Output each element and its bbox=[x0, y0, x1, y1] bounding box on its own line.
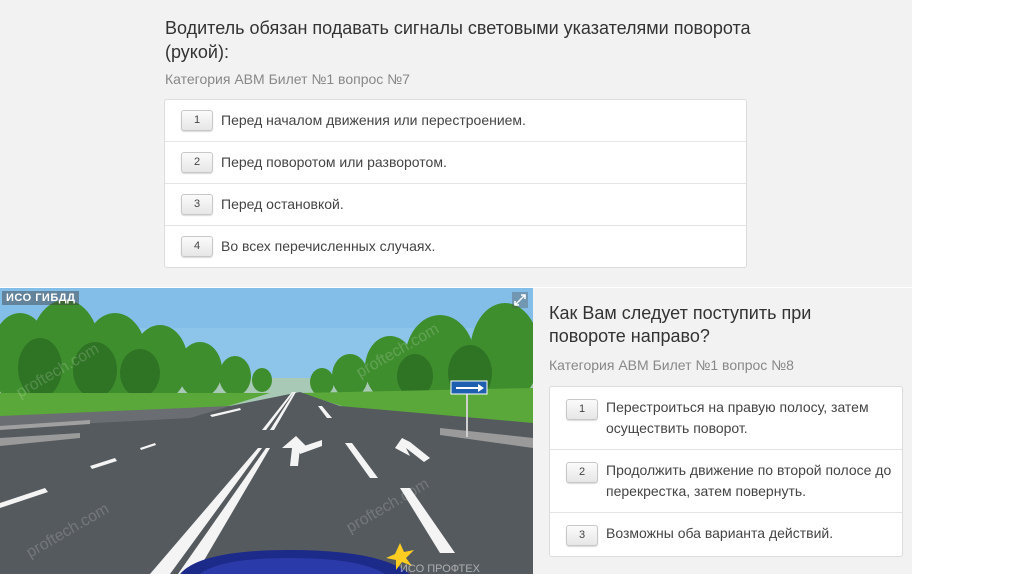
watermark-bottom: ИСО ПРОФТЕХ bbox=[400, 563, 481, 574]
answer-option-4[interactable]: 4 Во всех перечисленных случаях. bbox=[165, 226, 746, 267]
answer-text: Перед началом движения или перестроением… bbox=[221, 112, 526, 128]
expand-icon[interactable] bbox=[512, 292, 528, 308]
question-meta: Категория ABM Билет №1 вопрос №8 bbox=[549, 357, 794, 373]
road-scene: proftech.com proftech.com proftech.com p… bbox=[0, 288, 533, 574]
answer-option-1[interactable]: 1 Перестроиться на правую полосу, затем … bbox=[550, 387, 902, 450]
answer-text: Перед остановкой. bbox=[221, 196, 344, 212]
question-image: proftech.com proftech.com proftech.com p… bbox=[0, 288, 533, 574]
answer-option-1[interactable]: 1 Перед началом движения или перестроени… bbox=[165, 100, 746, 142]
question-title: Как Вам следует поступить при повороте н… bbox=[549, 303, 812, 346]
question-title: Водитель обязан подавать сигналы световы… bbox=[165, 18, 751, 62]
answer-option-3[interactable]: 3 Возможны оба варианта действий. bbox=[550, 513, 902, 556]
answer-number-button[interactable]: 3 bbox=[566, 525, 598, 546]
answer-text: Продолжить движение по второй полосе до … bbox=[606, 462, 892, 499]
answer-list: 1 Перед началом движения или перестроени… bbox=[164, 99, 747, 268]
answer-text: Возможны оба варианта действий. bbox=[606, 525, 834, 541]
answer-number-button[interactable]: 4 bbox=[181, 236, 213, 257]
answer-number-button[interactable]: 1 bbox=[181, 110, 213, 131]
answer-text: Перестроиться на правую полосу, затем ос… bbox=[606, 399, 869, 436]
answer-number-button[interactable]: 1 bbox=[566, 399, 598, 420]
image-label: ИСО ГИБДД bbox=[2, 291, 80, 305]
answer-text: Во всех перечисленных случаях. bbox=[221, 238, 436, 254]
question-meta: Категория ABM Билет №1 вопрос №7 bbox=[165, 71, 410, 87]
answer-option-2[interactable]: 2 Перед поворотом или разворотом. bbox=[165, 142, 746, 184]
answer-list: 1 Перестроиться на правую полосу, затем … bbox=[549, 386, 903, 557]
answer-option-2[interactable]: 2 Продолжить движение по второй полосе д… bbox=[550, 450, 902, 513]
answer-option-3[interactable]: 3 Перед остановкой. bbox=[165, 184, 746, 226]
answer-number-button[interactable]: 2 bbox=[181, 152, 213, 173]
page-margin bbox=[912, 0, 1024, 574]
answer-number-button[interactable]: 3 bbox=[181, 194, 213, 215]
answer-number-button[interactable]: 2 bbox=[566, 462, 598, 483]
answer-text: Перед поворотом или разворотом. bbox=[221, 154, 447, 170]
